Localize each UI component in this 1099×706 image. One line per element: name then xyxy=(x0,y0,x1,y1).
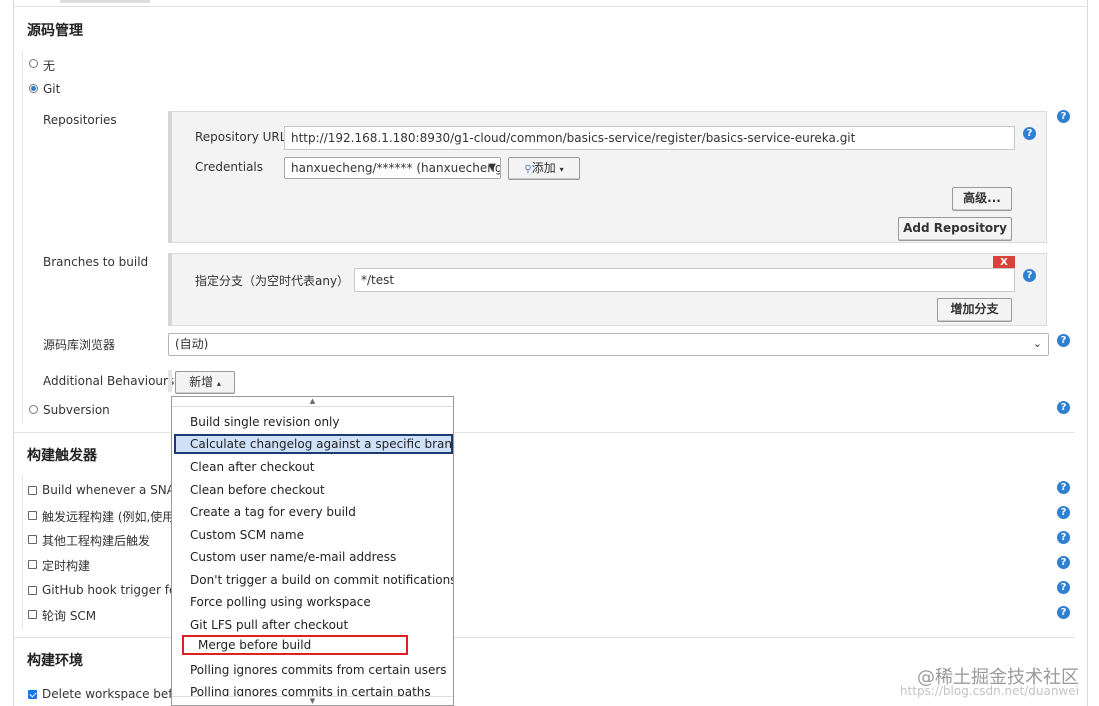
credentials-select[interactable]: hanxuecheng/****** (hanxuecheng) ▼ xyxy=(284,157,501,179)
trigger-help-icon[interactable]: ? xyxy=(1057,556,1070,569)
caret-up-icon: ▴ xyxy=(216,379,221,388)
credentials-select-value: hanxuecheng/****** (hanxuecheng) xyxy=(291,161,501,175)
repository-url-input[interactable]: http://192.168.1.180:8930/g1-cloud/commo… xyxy=(284,126,1015,150)
credentials-label: Credentials xyxy=(195,160,264,174)
trigger-help-icon[interactable]: ? xyxy=(1057,606,1070,619)
subversion-help-icon[interactable]: ? xyxy=(1057,401,1070,414)
scm-option-subversion-label: Subversion xyxy=(43,403,110,417)
scm-option-none-label: 无 xyxy=(43,59,56,73)
trigger-label-remote: 触发远程构建 (例如,使用 xyxy=(42,510,175,524)
menu-item-highlighted[interactable]: Calculate changelog against a specific b… xyxy=(174,434,453,454)
menu-item[interactable]: Clean before checkout xyxy=(174,480,453,500)
menu-item[interactable]: Force polling using workspace xyxy=(174,592,453,612)
build-env-label-delete-workspace: Delete workspace before xyxy=(42,687,192,701)
top-frame-border xyxy=(13,6,1088,7)
additional-behaviours-menu: ▲ Build single revision only Calculate c… xyxy=(171,396,454,706)
additional-behaviours-label: Additional Behaviours xyxy=(43,374,175,388)
top-tab-fragment xyxy=(60,0,150,3)
trigger-label-upstream: 其他工程构建后触发 xyxy=(42,534,151,548)
caret-down-icon: ▾ xyxy=(559,165,564,174)
add-branch-button[interactable]: 增加分支 xyxy=(937,298,1012,322)
trigger-checkbox-snapshot[interactable] xyxy=(28,486,37,495)
add-credentials-label: 添加 xyxy=(531,161,556,175)
additional-behaviours-bar xyxy=(168,370,172,392)
branch-specifier-label: 指定分支（为空时代表any） xyxy=(195,274,350,288)
menu-item[interactable]: Custom user name/e-mail address xyxy=(174,547,453,567)
menu-scroll-up-icon[interactable]: ▲ xyxy=(172,397,453,407)
menu-item[interactable]: Build single revision only xyxy=(174,412,453,432)
trigger-help-icon[interactable]: ? xyxy=(1057,581,1070,594)
branch-specifier-input[interactable]: */test xyxy=(354,268,1015,292)
branch-help-icon[interactable]: ? xyxy=(1023,269,1036,282)
menu-item[interactable]: Create a tag for every build xyxy=(174,502,453,522)
trigger-help-icon[interactable]: ? xyxy=(1057,481,1070,494)
add-behaviour-button[interactable]: 新增 ▴ xyxy=(175,371,235,394)
scm-option-git-label: Git xyxy=(43,82,61,96)
trigger-checkbox-github-hook[interactable] xyxy=(28,586,37,595)
menu-scroll-down-icon[interactable]: ▼ xyxy=(172,696,453,705)
build-env-checkbox-delete-workspace[interactable] xyxy=(28,690,37,699)
branches-panel-bar xyxy=(168,253,172,326)
trigger-checkbox-upstream[interactable] xyxy=(28,535,37,544)
right-frame-border xyxy=(1087,0,1088,706)
repository-url-help-icon[interactable]: ? xyxy=(1023,127,1036,140)
repositories-help-icon[interactable]: ? xyxy=(1057,110,1070,123)
menu-item[interactable]: Clean after checkout xyxy=(174,457,453,477)
repositories-panel-bar xyxy=(168,111,172,243)
trigger-help-icon[interactable]: ? xyxy=(1057,531,1070,544)
left-frame-border xyxy=(13,0,14,706)
trigger-help-icon[interactable]: ? xyxy=(1057,506,1070,519)
menu-item[interactable]: Git LFS pull after checkout xyxy=(174,615,453,635)
chevron-down-icon: ⌄ xyxy=(1032,337,1042,350)
triggers-left-bar xyxy=(22,476,23,628)
watermark-url: https://blog.csdn.net/duanwei xyxy=(899,684,1079,698)
menu-item[interactable]: Custom SCM name xyxy=(174,525,453,545)
build-env-section-title: 构建环境 xyxy=(27,653,83,669)
menu-item[interactable]: Don't trigger a build on commit notifica… xyxy=(174,570,453,590)
branches-label: Branches to build xyxy=(43,255,149,269)
trigger-label-github-hook: GitHub hook trigger for xyxy=(42,583,182,597)
trigger-label-snapshot: Build whenever a SNAPS xyxy=(42,483,190,497)
trigger-checkbox-cron[interactable] xyxy=(28,560,37,569)
trigger-label-cron: 定时构建 xyxy=(42,559,91,573)
repository-url-label: Repository URL xyxy=(195,130,287,144)
add-credentials-button[interactable]: ⚲添加 ▾ xyxy=(508,157,580,180)
menu-item[interactable]: Polling ignores commits from certain use… xyxy=(174,660,453,680)
advanced-button[interactable]: 高级... xyxy=(952,187,1012,211)
scm-radio-none[interactable] xyxy=(29,59,38,68)
trigger-checkbox-remote[interactable] xyxy=(28,511,37,520)
triggers-section-title: 构建触发器 xyxy=(27,448,97,464)
repo-browser-label: 源码库浏览器 xyxy=(43,338,116,352)
scm-left-bar xyxy=(22,52,23,424)
add-repository-button[interactable]: Add Repository xyxy=(898,217,1012,241)
repo-browser-help-icon[interactable]: ? xyxy=(1057,334,1070,347)
chevron-down-icon: ▼ xyxy=(488,162,496,173)
scm-section-title: 源码管理 xyxy=(27,23,83,39)
repo-browser-select-value: (自动) xyxy=(175,337,209,351)
scm-radio-git[interactable] xyxy=(29,84,38,93)
repo-browser-select[interactable]: (自动) ⌄ xyxy=(168,333,1049,356)
scm-radio-subversion[interactable] xyxy=(29,405,38,414)
trigger-label-poll-scm: 轮询 SCM xyxy=(42,609,97,623)
menu-item-merge-before-build[interactable]: Merge before build xyxy=(182,635,408,655)
repositories-label: Repositories xyxy=(43,113,117,127)
add-behaviour-label: 新增 xyxy=(189,375,214,389)
trigger-checkbox-poll-scm[interactable] xyxy=(28,610,37,619)
key-icon: ⚲ xyxy=(524,164,532,175)
